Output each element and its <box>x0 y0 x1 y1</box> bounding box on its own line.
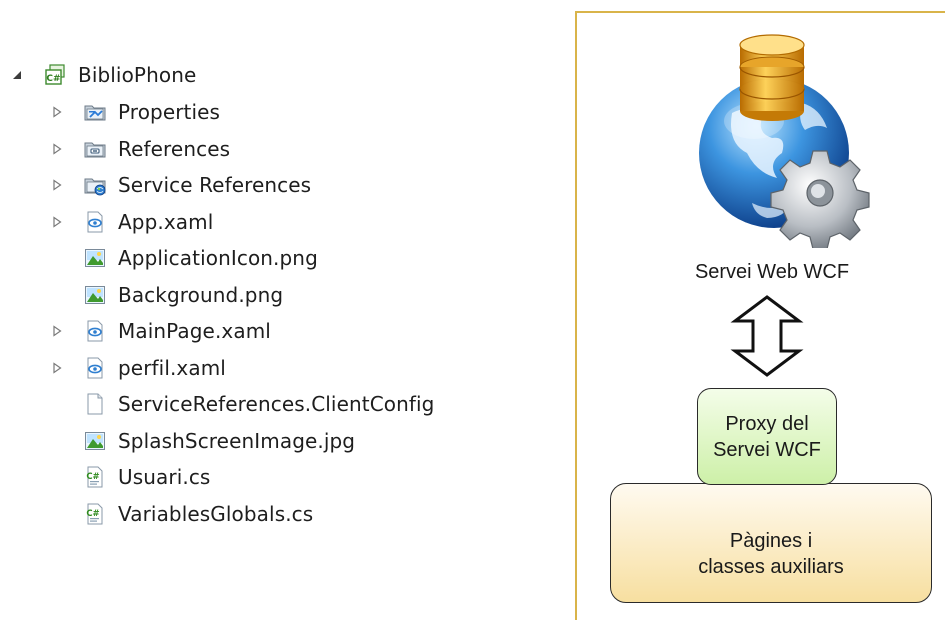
pages-label-line-1: Pàgines i <box>729 530 813 552</box>
svg-text:C#: C# <box>86 509 99 519</box>
tree-item[interactable]: SplashScreenImage.jpg <box>50 425 355 457</box>
xaml-file-icon <box>84 357 106 379</box>
tree-item-label: perfil.xaml <box>118 355 226 380</box>
collapsed-arrow-icon[interactable] <box>50 215 64 229</box>
svg-text:C#: C# <box>46 74 60 84</box>
architecture-diagram: Servei Web WCF Proxy del Servei WCF Pàgi… <box>575 11 945 620</box>
gear-icon <box>770 150 870 248</box>
tree-item[interactable]: App.xaml <box>50 206 213 238</box>
image-file-icon <box>84 430 106 452</box>
database-icon <box>739 34 805 121</box>
xaml-file-icon <box>84 211 106 233</box>
collapsed-arrow-icon[interactable] <box>50 324 64 338</box>
tree-item-project[interactable]: C# BiblioPhone <box>10 59 196 91</box>
tree-item-label: Usuari.cs <box>118 465 211 489</box>
config-file-icon <box>84 393 106 415</box>
xaml-file-icon <box>84 320 106 342</box>
tree-item-label: SplashScreenImage.jpg <box>118 428 356 453</box>
tree-item[interactable]: MainPage.xaml <box>50 315 271 347</box>
proxy-label-line-2: Servei WCF <box>713 438 821 461</box>
tree-item[interactable]: Properties <box>50 96 220 128</box>
tree-item-label: ServiceReferences.ClientConfig <box>118 392 435 416</box>
tree-item[interactable]: Background.png <box>50 279 283 311</box>
tree-item-label: Background.png <box>118 282 284 307</box>
tree-item[interactable]: C# VariablesGlobals.cs <box>50 498 313 530</box>
tree-item[interactable]: C# Usuari.cs <box>50 461 210 493</box>
tree-item-label: ApplicationIcon.png <box>118 246 318 270</box>
csharp-project-icon: C# <box>44 64 66 86</box>
tree-item-label: BiblioPhone <box>78 63 197 87</box>
collapsed-arrow-icon[interactable] <box>50 105 64 119</box>
svg-text:C#: C# <box>86 472 99 482</box>
tree-item-label: VariablesGlobals.cs <box>118 501 314 526</box>
tree-item-label: Properties <box>118 100 221 124</box>
collapsed-arrow-icon[interactable] <box>50 361 64 375</box>
csharp-file-icon: C# <box>84 503 106 525</box>
pages-box: Pàgines i classes auxiliars <box>610 483 932 603</box>
properties-folder-icon <box>84 101 106 123</box>
image-file-icon <box>84 284 106 306</box>
tree-item[interactable]: Service References <box>50 169 311 201</box>
csharp-file-icon: C# <box>84 466 106 488</box>
tree-item-label: Service References <box>118 173 312 197</box>
tree-item[interactable]: ApplicationIcon.png <box>50 242 318 274</box>
solution-explorer-tree: C# BiblioPhone Properties References Servi… <box>0 0 560 620</box>
pages-label-line-2: classes auxiliars <box>698 556 844 578</box>
tree-item[interactable]: References <box>50 133 230 165</box>
wcf-service-illustration <box>699 34 870 248</box>
tree-item-label: MainPage.xaml <box>118 319 271 343</box>
collapsed-arrow-icon[interactable] <box>50 178 64 192</box>
tree-item-label: App.xaml <box>118 209 214 234</box>
proxy-box: Proxy del Servei WCF <box>697 388 837 485</box>
expanded-arrow-icon[interactable] <box>10 68 24 82</box>
collapsed-arrow-icon[interactable] <box>50 142 64 156</box>
tree-item[interactable]: ServiceReferences.ClientConfig <box>50 388 434 420</box>
service-references-folder-icon <box>84 174 106 196</box>
references-folder-icon <box>84 138 106 160</box>
image-file-icon <box>84 247 106 269</box>
double-arrow-icon <box>730 295 804 377</box>
proxy-label-line-1: Proxy del <box>725 412 809 435</box>
tree-item[interactable]: perfil.xaml <box>50 352 226 384</box>
tree-item-label: References <box>118 136 231 161</box>
service-label: Servei Web WCF <box>694 261 850 283</box>
